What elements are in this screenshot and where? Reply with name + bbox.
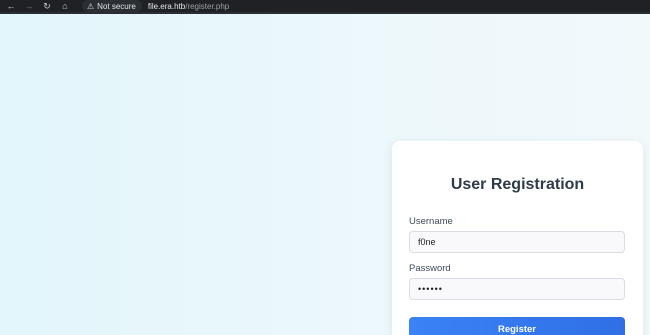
url-path: /register.php: [185, 1, 230, 11]
username-input[interactable]: [409, 231, 625, 253]
page-title: User Registration: [450, 176, 585, 193]
browser-toolbar: ← → ↻ ⌂ ⚠ Not secure file.era.htb/regist…: [0, 0, 650, 14]
reload-icon[interactable]: ↻: [40, 0, 54, 13]
password-label: Password: [409, 263, 451, 274]
warning-icon: ⚠: [87, 1, 95, 11]
site-info-chip[interactable]: ⚠ Not secure: [82, 0, 142, 12]
username-label: Username: [409, 216, 453, 227]
register-button[interactable]: Register: [409, 317, 625, 335]
page-background: User Registration Username Password Regi…: [0, 14, 650, 335]
registration-card: User Registration Username Password Regi…: [392, 141, 643, 335]
back-icon[interactable]: ←: [4, 0, 18, 13]
address-bar[interactable]: ⚠ Not secure file.era.htb/register.php: [82, 0, 229, 12]
forward-icon[interactable]: →: [22, 0, 36, 13]
home-icon[interactable]: ⌂: [58, 0, 72, 13]
password-input[interactable]: [409, 278, 625, 300]
security-label: Not secure: [97, 1, 136, 11]
url-host: file.era.htb: [147, 1, 186, 11]
